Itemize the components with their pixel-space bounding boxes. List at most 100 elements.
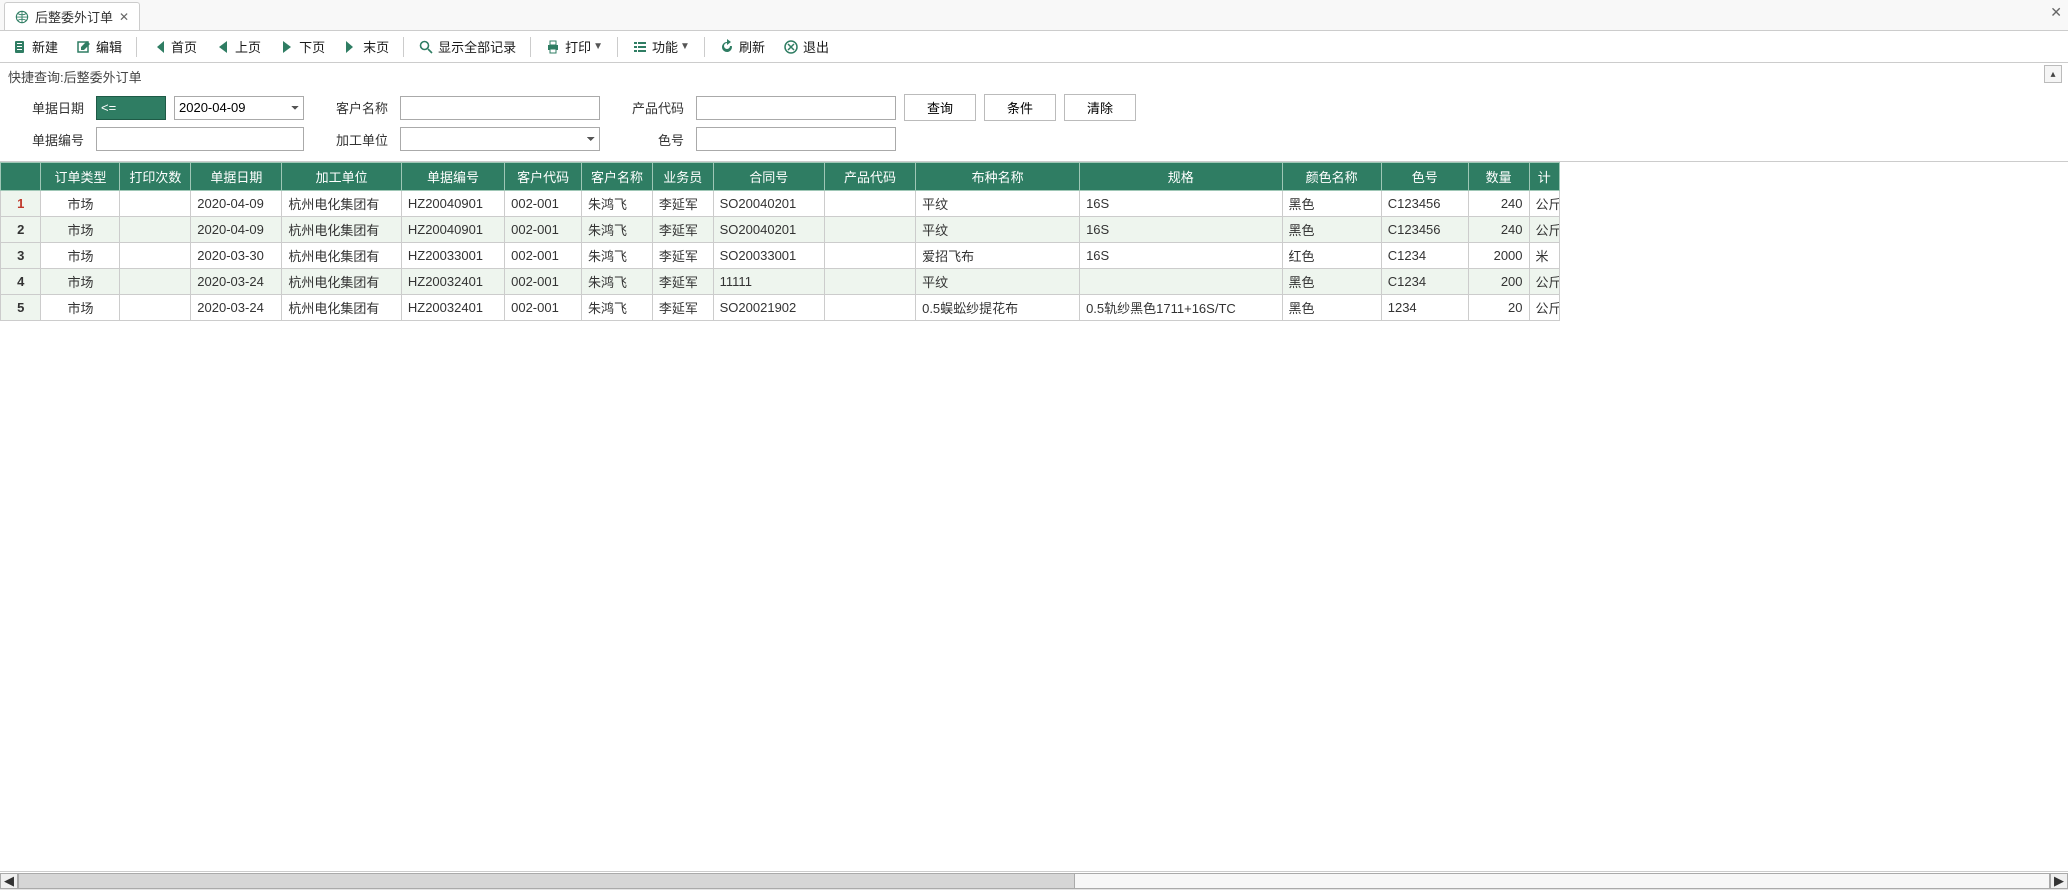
cond-button[interactable]: 条件 xyxy=(984,94,1056,121)
prev-page-button[interactable]: 上页 xyxy=(209,35,267,58)
scroll-right-icon[interactable]: ▶ xyxy=(2050,873,2068,889)
horizontal-scrollbar[interactable]: ◀ ▶ xyxy=(0,871,2068,889)
column-header[interactable]: 颜色名称 xyxy=(1282,163,1381,191)
cell-prodcode[interactable] xyxy=(824,269,915,295)
cell-qty[interactable]: 20 xyxy=(1468,295,1529,321)
cell-fabric[interactable]: 0.5蜈蚣纱提花布 xyxy=(916,295,1080,321)
close-tab-icon[interactable]: ✕ xyxy=(119,10,129,24)
cell-custcode[interactable]: 002-001 xyxy=(505,191,582,217)
cell-spec[interactable]: 0.5轨纱黑色1711+16S/TC xyxy=(1080,295,1282,321)
cell-date[interactable]: 2020-03-30 xyxy=(191,243,282,269)
table-row[interactable]: 3市场2020-03-30杭州电化集团有HZ20033001002-001朱鸿飞… xyxy=(1,243,1560,269)
cell-colorname[interactable]: 红色 xyxy=(1282,243,1381,269)
cell-fabric[interactable]: 平纹 xyxy=(916,269,1080,295)
column-header[interactable]: 客户代码 xyxy=(505,163,582,191)
cell-contract[interactable]: 11111 xyxy=(713,269,824,295)
row-number[interactable]: 1 xyxy=(1,191,41,217)
cell-unit[interactable]: 杭州电化集团有 xyxy=(282,243,401,269)
cell-custname[interactable]: 朱鸿飞 xyxy=(582,269,653,295)
scroll-track[interactable] xyxy=(18,873,2050,889)
cell-fabric[interactable]: 平纹 xyxy=(916,217,1080,243)
cell-custcode[interactable]: 002-001 xyxy=(505,217,582,243)
cell-contract[interactable]: SO20040201 xyxy=(713,217,824,243)
cell-custcode[interactable]: 002-001 xyxy=(505,243,582,269)
refresh-button[interactable]: 刷新 xyxy=(713,35,771,58)
cell-docno[interactable]: HZ20040901 xyxy=(401,191,504,217)
date-select[interactable]: 2020-04-09 xyxy=(174,96,304,120)
cell-custname[interactable]: 朱鸿飞 xyxy=(582,191,653,217)
cell-contract[interactable]: SO20021902 xyxy=(713,295,824,321)
cell-order_type[interactable]: 市场 xyxy=(41,243,120,269)
cell-print_cnt[interactable] xyxy=(120,243,191,269)
row-number[interactable]: 5 xyxy=(1,295,41,321)
cell-unitm[interactable]: 米 xyxy=(1529,243,1559,269)
cell-unitm[interactable]: 公斤 xyxy=(1529,295,1559,321)
cell-date[interactable]: 2020-04-09 xyxy=(191,217,282,243)
cell-sales[interactable]: 李延军 xyxy=(652,217,713,243)
cell-docno[interactable]: HZ20032401 xyxy=(401,269,504,295)
cell-spec[interactable]: 16S xyxy=(1080,191,1282,217)
row-number[interactable]: 4 xyxy=(1,269,41,295)
table-row[interactable]: 4市场2020-03-24杭州电化集团有HZ20032401002-001朱鸿飞… xyxy=(1,269,1560,295)
cell-custname[interactable]: 朱鸿飞 xyxy=(582,295,653,321)
cell-colorno[interactable]: C123456 xyxy=(1381,191,1468,217)
cell-unit[interactable]: 杭州电化集团有 xyxy=(282,269,401,295)
row-number[interactable]: 3 xyxy=(1,243,41,269)
table-row[interactable]: 1市场2020-04-09杭州电化集团有HZ20040901002-001朱鸿飞… xyxy=(1,191,1560,217)
column-header[interactable]: 客户名称 xyxy=(582,163,653,191)
cell-spec[interactable]: 16S xyxy=(1080,243,1282,269)
next-page-button[interactable]: 下页 xyxy=(273,35,331,58)
collapse-icon[interactable]: ▴ xyxy=(2044,65,2062,83)
new-button[interactable]: 新建 xyxy=(6,35,64,58)
docno-input[interactable] xyxy=(96,127,304,151)
cell-docno[interactable]: HZ20032401 xyxy=(401,295,504,321)
column-header[interactable]: 布种名称 xyxy=(916,163,1080,191)
cell-sales[interactable]: 李延军 xyxy=(652,295,713,321)
show-all-button[interactable]: 显示全部记录 xyxy=(412,35,522,58)
close-all-icon[interactable]: ✕ xyxy=(2050,4,2062,21)
cell-print_cnt[interactable] xyxy=(120,269,191,295)
cell-unitm[interactable]: 公斤 xyxy=(1529,191,1559,217)
row-number[interactable]: 2 xyxy=(1,217,41,243)
column-header[interactable]: 加工单位 xyxy=(282,163,401,191)
print-button[interactable]: 打印 ▼ xyxy=(539,35,609,58)
cell-unit[interactable]: 杭州电化集团有 xyxy=(282,217,401,243)
scroll-left-icon[interactable]: ◀ xyxy=(0,873,18,889)
function-button[interactable]: 功能 ▼ xyxy=(626,35,696,58)
cell-colorno[interactable]: 1234 xyxy=(1381,295,1468,321)
first-page-button[interactable]: 首页 xyxy=(145,35,203,58)
column-header[interactable]: 产品代码 xyxy=(824,163,915,191)
colorno-input[interactable] xyxy=(696,127,896,151)
cell-docno[interactable]: HZ20033001 xyxy=(401,243,504,269)
cell-prodcode[interactable] xyxy=(824,295,915,321)
cell-qty[interactable]: 2000 xyxy=(1468,243,1529,269)
cell-sales[interactable]: 李延军 xyxy=(652,269,713,295)
cell-prodcode[interactable] xyxy=(824,217,915,243)
exit-button[interactable]: 退出 xyxy=(777,35,835,58)
cell-colorname[interactable]: 黑色 xyxy=(1282,295,1381,321)
column-header[interactable]: 计 xyxy=(1529,163,1559,191)
cell-custcode[interactable]: 002-001 xyxy=(505,295,582,321)
cell-unit[interactable]: 杭州电化集团有 xyxy=(282,295,401,321)
cell-unitm[interactable]: 公斤 xyxy=(1529,217,1559,243)
query-button[interactable]: 查询 xyxy=(904,94,976,121)
cell-fabric[interactable]: 爱招飞布 xyxy=(916,243,1080,269)
cell-print_cnt[interactable] xyxy=(120,295,191,321)
cell-custname[interactable]: 朱鸿飞 xyxy=(582,217,653,243)
cell-colorno[interactable]: C123456 xyxy=(1381,217,1468,243)
column-header[interactable]: 规格 xyxy=(1080,163,1282,191)
cell-contract[interactable]: SO20033001 xyxy=(713,243,824,269)
cell-order_type[interactable]: 市场 xyxy=(41,269,120,295)
cell-date[interactable]: 2020-03-24 xyxy=(191,269,282,295)
column-header[interactable]: 打印次数 xyxy=(120,163,191,191)
cell-unitm[interactable]: 公斤 xyxy=(1529,269,1559,295)
column-header[interactable]: 数量 xyxy=(1468,163,1529,191)
cell-date[interactable]: 2020-03-24 xyxy=(191,295,282,321)
cell-unit[interactable]: 杭州电化集团有 xyxy=(282,191,401,217)
edit-button[interactable]: 编辑 xyxy=(70,35,128,58)
cell-order_type[interactable]: 市场 xyxy=(41,295,120,321)
cell-order_type[interactable]: 市场 xyxy=(41,191,120,217)
column-header[interactable]: 合同号 xyxy=(713,163,824,191)
cell-colorno[interactable]: C1234 xyxy=(1381,243,1468,269)
table-row[interactable]: 2市场2020-04-09杭州电化集团有HZ20040901002-001朱鸿飞… xyxy=(1,217,1560,243)
